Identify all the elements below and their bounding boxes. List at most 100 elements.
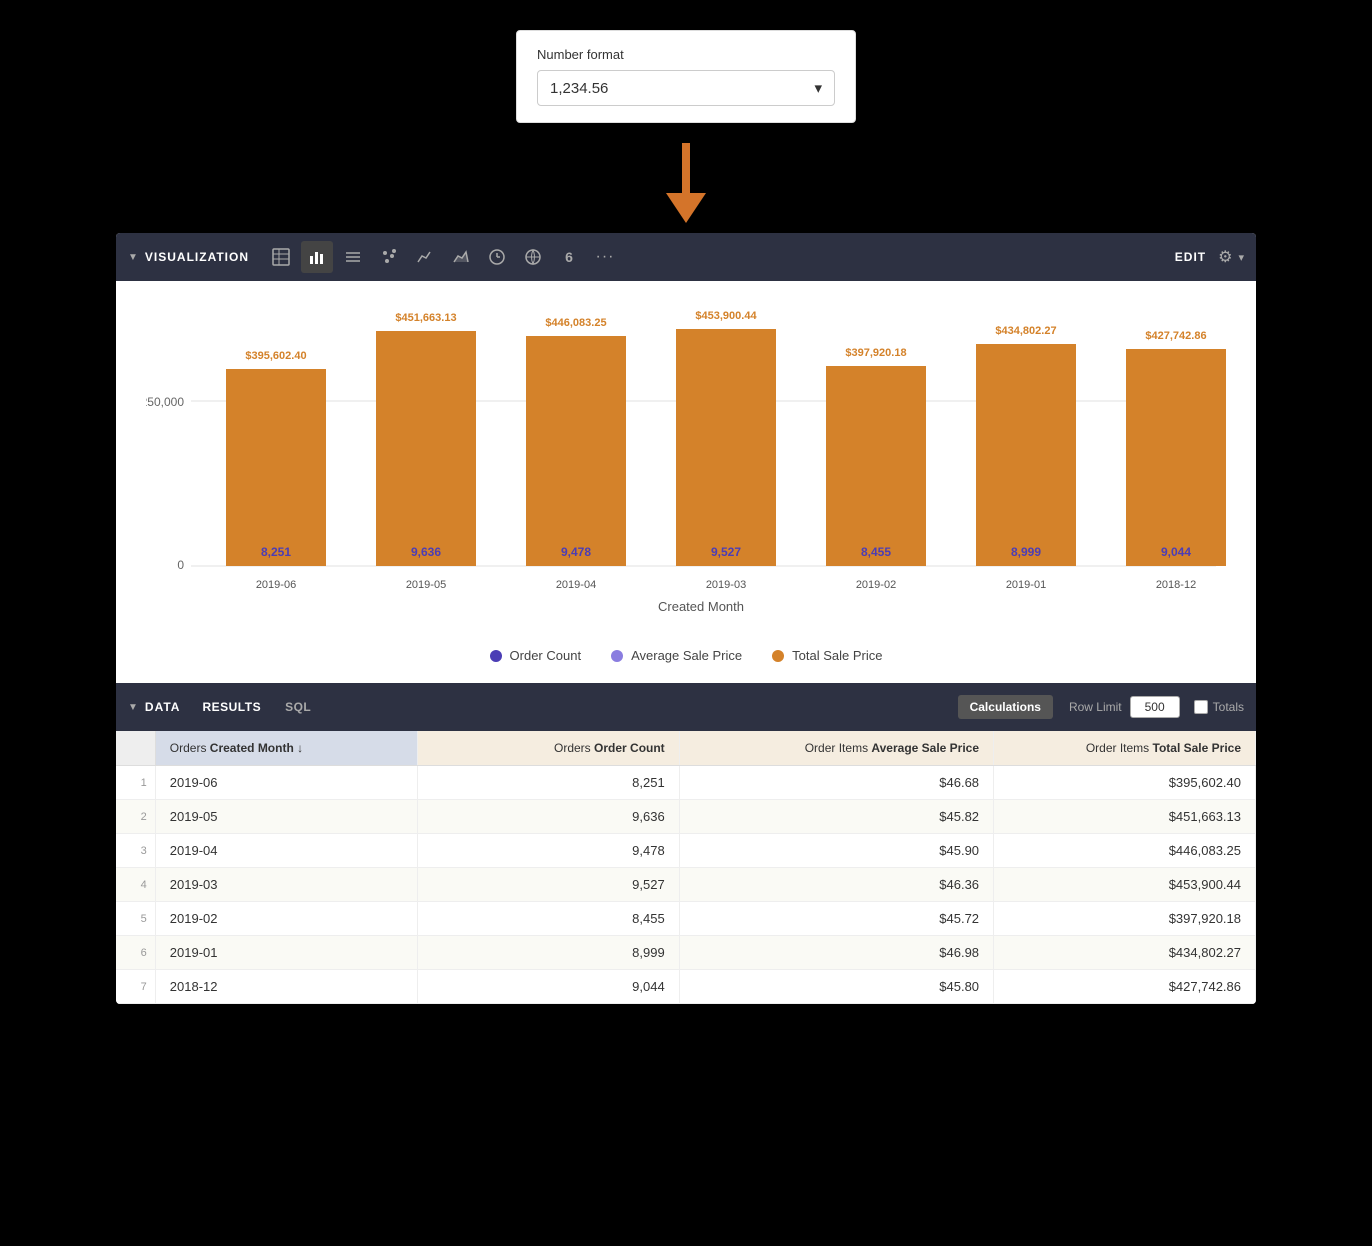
cell-total-price: $451,663.13 bbox=[994, 800, 1256, 834]
svg-text:$451,663.13: $451,663.13 bbox=[395, 312, 456, 324]
chart-legend: Order Count Average Sale Price Total Sal… bbox=[116, 636, 1256, 683]
bar-2019-02[interactable] bbox=[826, 366, 926, 566]
bar-2019-06[interactable] bbox=[226, 369, 326, 566]
toolbar-clock-btn[interactable] bbox=[481, 241, 513, 273]
cell-order-count: 8,999 bbox=[417, 936, 679, 970]
toolbar-line-btn[interactable] bbox=[409, 241, 441, 273]
cell-avg-price: $45.90 bbox=[679, 834, 993, 868]
settings-gear-icon[interactable]: ⚙ bbox=[1218, 247, 1232, 267]
svg-text:$395,602.40: $395,602.40 bbox=[245, 350, 306, 362]
cell-total-price: $453,900.44 bbox=[994, 868, 1256, 902]
svg-text:0: 0 bbox=[177, 558, 184, 572]
total-price-dot bbox=[772, 650, 784, 662]
toolbar-area-btn[interactable] bbox=[445, 241, 477, 273]
bar-2019-01[interactable] bbox=[976, 344, 1076, 566]
totals-section: Totals bbox=[1194, 700, 1244, 714]
svg-text:2019-03: 2019-03 bbox=[706, 579, 746, 591]
svg-text:9,044: 9,044 bbox=[1161, 545, 1191, 559]
table-row: 5 2019-02 8,455 $45.72 $397,920.18 bbox=[116, 902, 1256, 936]
totals-checkbox[interactable] bbox=[1194, 700, 1208, 714]
calculations-button[interactable]: Calculations bbox=[958, 695, 1053, 719]
bar-2019-04[interactable] bbox=[526, 336, 626, 566]
svg-text:$453,900.44: $453,900.44 bbox=[695, 310, 757, 322]
avg-price-dot bbox=[611, 650, 623, 662]
legend-order-count: Order Count bbox=[490, 648, 582, 663]
results-table: Orders Created Month ↓ Orders Order Coun… bbox=[116, 731, 1256, 1004]
number-format-panel: Number format 1,234.56 ▾ bbox=[516, 30, 856, 123]
toolbar-bar-chart-btn[interactable] bbox=[301, 241, 333, 273]
cell-order-count: 9,527 bbox=[417, 868, 679, 902]
row-number: 7 bbox=[116, 970, 155, 1004]
row-limit-input[interactable] bbox=[1130, 696, 1180, 718]
cell-month: 2019-03 bbox=[155, 868, 417, 902]
table-row: 3 2019-04 9,478 $45.90 $446,083.25 bbox=[116, 834, 1256, 868]
toolbar-scatter-btn[interactable] bbox=[373, 241, 405, 273]
svg-text:2019-02: 2019-02 bbox=[856, 579, 896, 591]
svg-text:Created Month: Created Month bbox=[658, 599, 744, 614]
cell-order-count: 8,455 bbox=[417, 902, 679, 936]
table-row: 4 2019-03 9,527 $46.36 $453,900.44 bbox=[116, 868, 1256, 902]
row-limit-label: Row Limit bbox=[1069, 700, 1122, 714]
legend-avg-price: Average Sale Price bbox=[611, 648, 742, 663]
table-row: 6 2019-01 8,999 $46.98 $434,802.27 bbox=[116, 936, 1256, 970]
viz-section-title: ▼ VISUALIZATION bbox=[128, 250, 249, 264]
cell-order-count: 9,636 bbox=[417, 800, 679, 834]
cell-month: 2019-06 bbox=[155, 766, 417, 800]
toolbar-list-btn[interactable] bbox=[337, 241, 369, 273]
table-row: 1 2019-06 8,251 $46.68 $395,602.40 bbox=[116, 766, 1256, 800]
table-row: 7 2018-12 9,044 $45.80 $427,742.86 bbox=[116, 970, 1256, 1004]
cell-avg-price: $45.72 bbox=[679, 902, 993, 936]
col-header-created-month[interactable]: Orders Created Month ↓ bbox=[155, 731, 417, 766]
edit-button[interactable]: EDIT bbox=[1175, 250, 1206, 264]
svg-text:2018-12: 2018-12 bbox=[1156, 579, 1196, 591]
col-header-total-price[interactable]: Order Items Total Sale Price bbox=[994, 731, 1256, 766]
cell-total-price: $395,602.40 bbox=[994, 766, 1256, 800]
data-toolbar: ▼ DATA RESULTS SQL Calculations Row Limi… bbox=[116, 683, 1256, 731]
cell-total-price: $446,083.25 bbox=[994, 834, 1256, 868]
main-container: ▼ VISUALIZATION 6 ·· bbox=[116, 233, 1256, 1004]
col-header-avg-price[interactable]: Order Items Average Sale Price bbox=[679, 731, 993, 766]
svg-text:2019-04: 2019-04 bbox=[556, 579, 596, 591]
cell-avg-price: $46.68 bbox=[679, 766, 993, 800]
data-table-container: Orders Created Month ↓ Orders Order Coun… bbox=[116, 731, 1256, 1004]
cell-avg-price: $46.98 bbox=[679, 936, 993, 970]
svg-text:2019-06: 2019-06 bbox=[256, 579, 296, 591]
toolbar-number-btn[interactable]: 6 bbox=[553, 241, 585, 273]
tab-sql[interactable]: SQL bbox=[275, 694, 321, 720]
col-header-order-count[interactable]: Orders Order Count bbox=[417, 731, 679, 766]
cell-month: 2019-02 bbox=[155, 902, 417, 936]
row-number-header bbox=[116, 731, 155, 766]
viz-chevron-icon: ▼ bbox=[128, 252, 139, 263]
number-format-select[interactable]: 1,234.56 ▾ bbox=[537, 70, 835, 106]
legend-total-price: Total Sale Price bbox=[772, 648, 882, 663]
number-format-label: Number format bbox=[537, 47, 835, 62]
chart-area: 250,000 0 $395,602.40 8,251 2019-06 $451… bbox=[116, 281, 1256, 636]
cell-month: 2019-04 bbox=[155, 834, 417, 868]
down-arrow bbox=[666, 143, 706, 223]
svg-text:8,999: 8,999 bbox=[1011, 545, 1041, 559]
cell-order-count: 9,044 bbox=[417, 970, 679, 1004]
cell-month: 2019-01 bbox=[155, 936, 417, 970]
row-number: 5 bbox=[116, 902, 155, 936]
row-number: 6 bbox=[116, 936, 155, 970]
toolbar-more-btn[interactable]: ··· bbox=[589, 241, 621, 273]
data-section-title: ▼ DATA bbox=[128, 700, 180, 714]
row-number: 4 bbox=[116, 868, 155, 902]
tab-results[interactable]: RESULTS bbox=[192, 694, 271, 720]
bar-2019-05[interactable] bbox=[376, 331, 476, 566]
cell-order-count: 8,251 bbox=[417, 766, 679, 800]
cell-avg-price: $45.82 bbox=[679, 800, 993, 834]
svg-text:250,000: 250,000 bbox=[146, 395, 184, 409]
table-row: 2 2019-05 9,636 $45.82 $451,663.13 bbox=[116, 800, 1256, 834]
viz-toolbar: ▼ VISUALIZATION 6 ·· bbox=[116, 233, 1256, 281]
svg-text:2019-01: 2019-01 bbox=[1006, 579, 1046, 591]
toolbar-table-btn[interactable] bbox=[265, 241, 297, 273]
order-count-dot bbox=[490, 650, 502, 662]
bar-2018-12[interactable] bbox=[1126, 349, 1226, 566]
toolbar-map-btn[interactable] bbox=[517, 241, 549, 273]
row-number: 1 bbox=[116, 766, 155, 800]
cell-total-price: $397,920.18 bbox=[994, 902, 1256, 936]
row-number: 3 bbox=[116, 834, 155, 868]
bar-2019-03[interactable] bbox=[676, 329, 776, 566]
cell-order-count: 9,478 bbox=[417, 834, 679, 868]
